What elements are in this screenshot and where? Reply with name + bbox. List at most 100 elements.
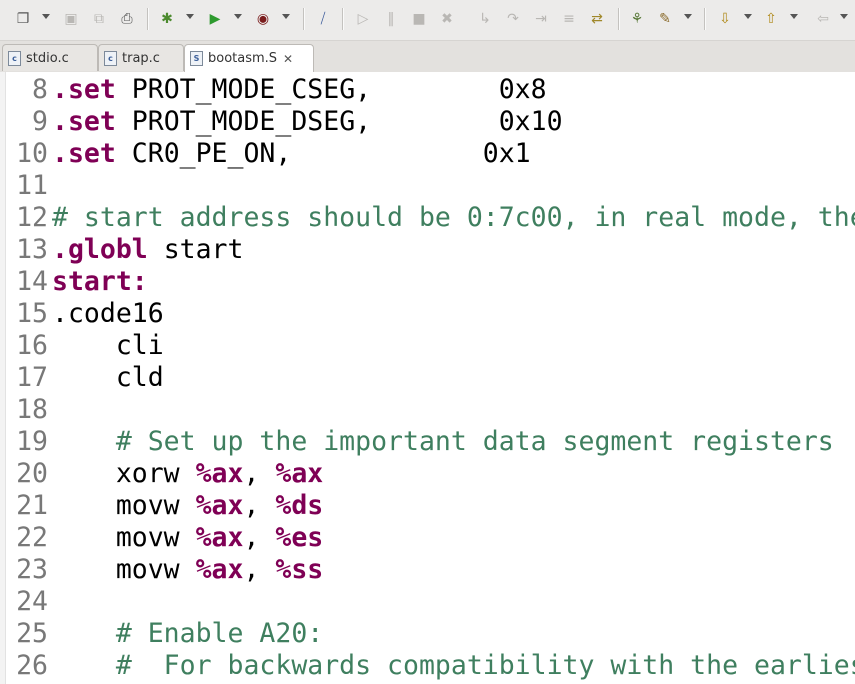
previous-annotation-icon[interactable]: ⇧ bbox=[762, 10, 780, 28]
code-register: %es bbox=[275, 522, 324, 553]
line-number: 25 bbox=[16, 618, 48, 649]
code-token: PROT_MODE_CSEG, 0x8 bbox=[115, 74, 547, 105]
code-token: cli bbox=[52, 330, 164, 361]
code-comment: # Enable A20: bbox=[52, 618, 324, 649]
code-keyword: .set bbox=[52, 106, 116, 137]
line-number: 17 bbox=[16, 362, 48, 393]
code-text: .set CR0_PE_ON, 0x1 bbox=[52, 138, 531, 170]
use-step-filters-icon[interactable]: ⇄ bbox=[588, 10, 606, 28]
previous-annotation-chevron-down-icon[interactable] bbox=[790, 14, 798, 19]
code-editor[interactable]: 8 .set PROT_MODE_CSEG, 0x8 9 .set PROT_MODE… bbox=[0, 72, 855, 684]
line-number: 8 bbox=[32, 74, 48, 105]
code-text: # Enable A20: bbox=[52, 618, 323, 650]
editor-tab-bar: c stdio.c c trap.c S bootasm.S ✕ bbox=[0, 41, 855, 73]
c-file-icon: c bbox=[8, 50, 21, 66]
step-over-icon[interactable]: ↷ bbox=[504, 10, 522, 28]
print-icon[interactable]: ⎙ bbox=[118, 10, 136, 28]
line-number: 15 bbox=[16, 298, 48, 329]
code-register: %ss bbox=[275, 554, 324, 585]
tab-label: stdio.c bbox=[26, 50, 69, 66]
run-icon[interactable]: ▶ bbox=[206, 10, 224, 28]
tab-trap-c[interactable]: c trap.c bbox=[98, 44, 184, 71]
code-text: movw %ax, %ss bbox=[52, 554, 323, 586]
code-token: movw bbox=[52, 522, 196, 553]
resume-icon[interactable]: ▷ bbox=[354, 10, 372, 28]
code-keyword: .set bbox=[52, 138, 116, 169]
line-number: 12 bbox=[16, 202, 48, 233]
code-token: .code16 bbox=[52, 298, 164, 329]
tab-label: trap.c bbox=[122, 50, 160, 66]
code-text: cld bbox=[52, 362, 164, 394]
code-register: %ax bbox=[195, 554, 244, 585]
code-text: # For backwards compatibility with the e… bbox=[52, 650, 855, 682]
code-text: xorw %ax, %ax bbox=[52, 458, 323, 490]
tab-label: bootasm.S bbox=[208, 51, 278, 66]
debug-dropdown-chevron-down-icon[interactable] bbox=[186, 14, 194, 19]
suspend-icon[interactable]: ‖ bbox=[382, 10, 400, 28]
new-dropdown-chevron-down-icon[interactable] bbox=[42, 14, 50, 19]
code-text: # Set up the important data segment regi… bbox=[52, 426, 855, 458]
back-chevron-down-icon[interactable] bbox=[840, 14, 848, 19]
tab-bootasm-s[interactable]: S bootasm.S ✕ bbox=[184, 44, 314, 72]
disconnect-icon[interactable]: ✖ bbox=[438, 10, 456, 28]
code-token: movw bbox=[52, 490, 196, 521]
line-number: 21 bbox=[16, 490, 48, 521]
tab-stdio-c[interactable]: c stdio.c bbox=[2, 44, 98, 71]
step-return-icon[interactable]: ⇥ bbox=[532, 10, 550, 28]
code-text: start: bbox=[52, 266, 148, 298]
save-all-icon[interactable]: ⧉ bbox=[90, 10, 108, 28]
annotation-icon[interactable]: ✎ bbox=[656, 10, 674, 28]
next-annotation-icon[interactable]: ⇩ bbox=[716, 10, 734, 28]
next-annotation-chevron-down-icon[interactable] bbox=[744, 14, 752, 19]
code-token: movw bbox=[52, 554, 196, 585]
close-icon[interactable]: ✕ bbox=[283, 52, 293, 66]
line-number: 9 bbox=[32, 106, 48, 137]
code-token: start bbox=[147, 234, 244, 265]
skip-breakpoints-icon[interactable]: ⧸ bbox=[314, 10, 332, 28]
code-text: .globl start bbox=[52, 234, 243, 266]
line-number: 22 bbox=[16, 522, 48, 553]
new-icon[interactable]: ❐ bbox=[14, 10, 32, 28]
line-number: 20 bbox=[16, 458, 48, 489]
toolbar-separator bbox=[303, 8, 304, 30]
code-comment: # start address should be 0:7c00, in rea… bbox=[52, 202, 855, 233]
code-text: movw %ax, %es bbox=[52, 522, 323, 554]
drop-to-frame-icon[interactable]: ≡ bbox=[560, 10, 578, 28]
code-register: %ax bbox=[195, 458, 244, 489]
code-keyword: .globl bbox=[52, 234, 148, 265]
code-token: , bbox=[243, 458, 276, 489]
step-into-icon[interactable]: ↳ bbox=[476, 10, 494, 28]
code-token: cld bbox=[52, 362, 164, 393]
code-text: .set PROT_MODE_DSEG, 0x10 bbox=[52, 106, 563, 138]
code-register: %ds bbox=[275, 490, 324, 521]
code-register: %ax bbox=[275, 458, 324, 489]
back-icon[interactable]: ⇦ bbox=[814, 10, 832, 28]
code-token: , bbox=[243, 490, 276, 521]
line-number: 24 bbox=[16, 586, 48, 617]
c-file-icon: c bbox=[104, 50, 117, 66]
open-task-icon[interactable]: ⚘ bbox=[628, 10, 646, 28]
code-token: xorw bbox=[52, 458, 196, 489]
line-number: 10 bbox=[16, 138, 48, 169]
toolbar-separator bbox=[342, 8, 343, 30]
line-number: 16 bbox=[16, 330, 48, 361]
toolbar-separator bbox=[147, 8, 148, 30]
line-number: 26 bbox=[16, 650, 48, 681]
code-token: , bbox=[243, 522, 276, 553]
code-token: , bbox=[243, 554, 276, 585]
external-tools-icon[interactable]: ◉ bbox=[254, 10, 272, 28]
annotation-chevron-down-icon[interactable] bbox=[684, 14, 692, 19]
save-icon[interactable]: ▣ bbox=[62, 10, 80, 28]
terminate-icon[interactable]: ■ bbox=[410, 10, 428, 28]
main-toolbar: ❐ ▣ ⧉ ⎙ ✱ ▶ ◉ ⧸ ▷ ‖ ■ ✖ ↳ ↷ ⇥ ≡ ⇄ ⚘ ✎ ⇩ … bbox=[0, 0, 855, 41]
code-text: .code16 bbox=[52, 298, 164, 330]
toolbar-separator bbox=[618, 8, 619, 30]
line-number: 18 bbox=[16, 394, 48, 425]
toolbar-separator bbox=[704, 8, 705, 30]
external-tools-chevron-down-icon[interactable] bbox=[282, 14, 290, 19]
debug-icon[interactable]: ✱ bbox=[158, 10, 176, 28]
run-dropdown-chevron-down-icon[interactable] bbox=[234, 14, 242, 19]
code-token: PROT_MODE_DSEG, 0x10 bbox=[115, 106, 563, 137]
code-keyword: .set bbox=[52, 74, 116, 105]
line-number: 11 bbox=[16, 170, 48, 201]
